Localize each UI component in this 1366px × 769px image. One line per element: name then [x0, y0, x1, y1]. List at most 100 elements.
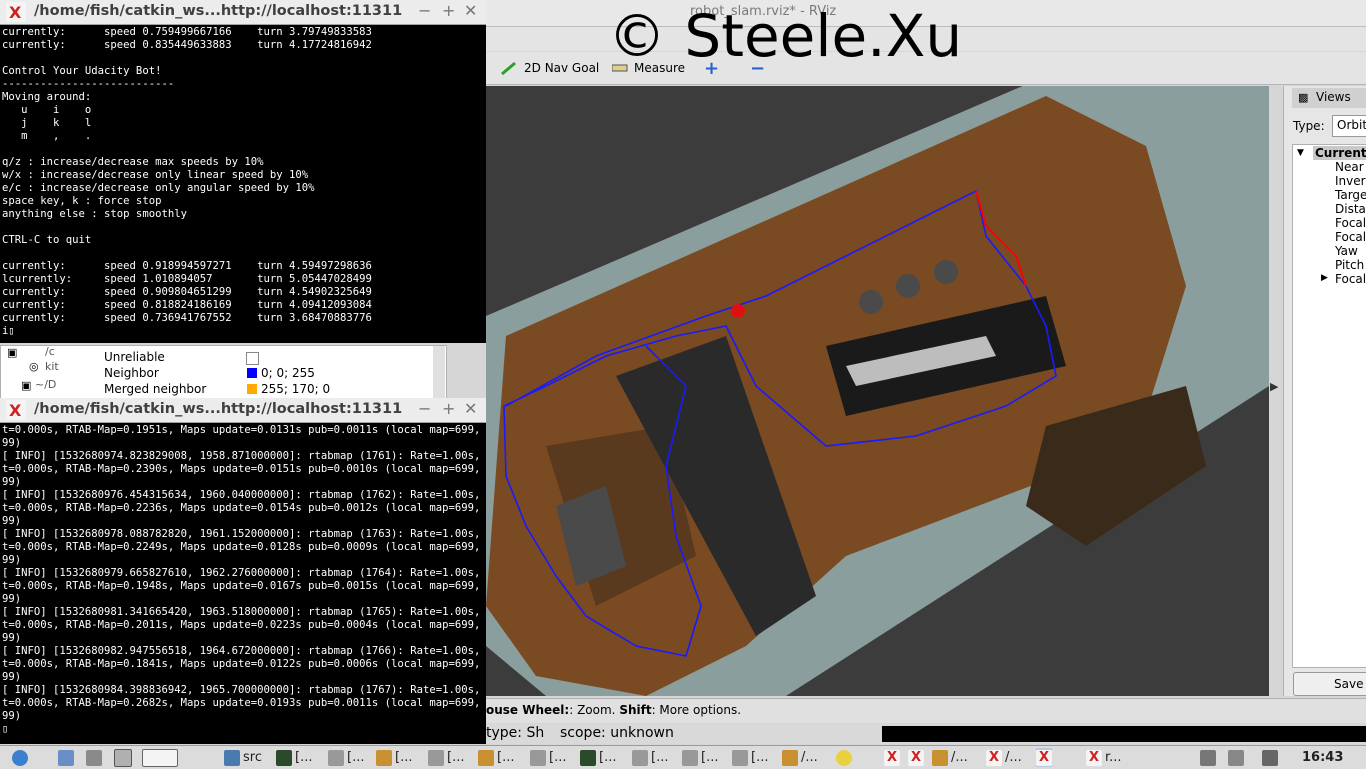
editor-icon — [732, 749, 748, 766]
editor-icon — [530, 749, 546, 766]
taskbar-item-1[interactable]: [... — [276, 748, 312, 767]
tree-item-kit[interactable]: kit — [45, 360, 59, 373]
taskbar-item-label: /... — [951, 750, 968, 765]
slam-map-render — [486, 86, 1269, 696]
taskbar-item-7[interactable]: [... — [580, 748, 616, 767]
taskbar-item-12[interactable]: /... — [932, 748, 968, 767]
stool-1 — [859, 290, 883, 314]
save-view-button[interactable]: Save — [1293, 672, 1366, 696]
tree-item-c[interactable]: /c — [45, 345, 55, 358]
merged-neighbor-color-swatch[interactable] — [247, 384, 257, 394]
taskbar-item-5[interactable]: [... — [478, 748, 514, 767]
tree-item-home[interactable]: ~/D — [35, 378, 56, 391]
taskbar-item-label: /... — [1005, 750, 1022, 765]
terminal-rtabmap-titlebar[interactable]: X /home/fish/catkin_ws...http://localhos… — [0, 398, 486, 423]
view-prop-yaw[interactable]: Yaw — [1335, 244, 1358, 258]
neighbor-color-swatch[interactable] — [247, 368, 257, 378]
unreliable-checkbox[interactable] — [246, 352, 259, 365]
taskbar-item-label: [... — [701, 750, 719, 765]
expand-triangle-icon[interactable]: ▶ — [1321, 273, 1328, 283]
power-tray[interactable] — [1262, 748, 1278, 767]
view-prop-focal-shape-fixed[interactable]: Focal — [1335, 230, 1366, 244]
image-viewer-icon — [932, 749, 948, 766]
maximize-icon[interactable]: + — [442, 399, 455, 418]
svg-text:X: X — [9, 3, 22, 22]
minimize-icon[interactable]: − — [418, 1, 431, 20]
view-prop-target[interactable]: Targe — [1335, 188, 1366, 202]
taskbar-item-11[interactable]: /... — [782, 748, 818, 767]
network-tray[interactable] — [1228, 748, 1244, 767]
image-viewer-icon — [376, 749, 392, 766]
views-header-label: Views — [1316, 90, 1351, 104]
prop-value-neighbor[interactable]: 0; 0; 255 — [261, 366, 315, 380]
taskbar-item-13[interactable]: X/... — [986, 748, 1022, 767]
view-prop-invert[interactable]: Inver — [1335, 174, 1366, 188]
taskbar-item-label: [... — [549, 750, 567, 765]
displays-scrollbar[interactable] — [433, 346, 445, 398]
taskbar-item-10[interactable]: [... — [732, 748, 768, 767]
ros-icon: X — [908, 749, 924, 766]
terminal-teleop-title: /home/fish/catkin_ws...http://localhost:… — [34, 3, 403, 19]
ros-icon: X — [1036, 749, 1052, 766]
nav-goal-tool[interactable]: 2D Nav Goal — [500, 59, 599, 77]
view-prop-focal-shape-size[interactable]: Focal — [1335, 216, 1366, 230]
close-icon[interactable]: ✕ — [464, 399, 477, 418]
minimize-icon[interactable]: − — [418, 399, 431, 418]
taskbar-rviz-2[interactable]: X — [908, 748, 924, 767]
collapse-triangle-icon[interactable]: ▼ — [1297, 148, 1304, 158]
desktop-icon — [58, 749, 74, 766]
desktop-pager[interactable] — [142, 748, 178, 767]
views-property-tree[interactable]: ▼ Current Near Inver Targe Dista Focal F… — [1292, 144, 1366, 668]
properties-table: Unreliable Neighbor 0; 0; 255 Merged nei… — [61, 346, 423, 398]
taskbar-item-src[interactable]: src — [224, 748, 262, 767]
stool-3 — [934, 260, 958, 284]
taskbar-item-src-label: src — [243, 750, 262, 765]
view-prop-focal-point[interactable]: Focal — [1335, 272, 1366, 286]
taskbar-item-14[interactable]: Xr... — [1086, 748, 1122, 767]
close-icon[interactable]: ✕ — [464, 1, 477, 20]
terminal-rtabmap-body[interactable]: t=0.000s, RTAB-Map=0.1951s, Maps update=… — [0, 423, 486, 744]
taskbar-item-active[interactable]: X — [1036, 748, 1052, 767]
terminal-rtabmap-output: t=0.000s, RTAB-Map=0.1951s, Maps update=… — [2, 424, 481, 735]
editor-icon — [632, 749, 648, 766]
prop-scope-text: scope: unknown — [560, 725, 674, 741]
ros-icon: X — [884, 749, 900, 766]
taskbar-item-4[interactable]: [... — [428, 748, 464, 767]
taskbar-item-9[interactable]: [... — [682, 748, 718, 767]
maximize-icon[interactable]: + — [442, 1, 455, 20]
view-prop-near[interactable]: Near — [1335, 160, 1364, 174]
view-type-select[interactable]: Orbit — [1332, 115, 1366, 137]
taskbar-item-label: [... — [599, 750, 617, 765]
taskbar-item-3[interactable]: [... — [376, 748, 412, 767]
show-desktop-button[interactable] — [58, 748, 74, 767]
taskbar-item-label: [... — [395, 750, 413, 765]
editor-icon — [428, 749, 444, 766]
speaker-icon — [1200, 749, 1216, 766]
file-manager-launcher[interactable] — [86, 748, 102, 767]
terminal-teleop-body[interactable]: currently: speed 0.759499667166 turn 3.7… — [0, 25, 486, 343]
taskbar-smiley[interactable] — [836, 748, 852, 767]
window-launcher[interactable] — [114, 748, 132, 767]
folder-icon-2: ▣ — [21, 379, 32, 392]
taskbar-item-label: [... — [651, 750, 669, 765]
view-type-label: Type: — [1293, 119, 1325, 133]
view-prop-pitch[interactable]: Pitch — [1335, 258, 1364, 272]
volume-tray[interactable] — [1200, 748, 1216, 767]
status-hint: ouse Wheel:: Zoom. Shift: More options. — [486, 703, 742, 717]
view-prop-distance[interactable]: Dista — [1335, 202, 1366, 216]
start-menu-button[interactable] — [12, 748, 28, 767]
taskbar-item-label: r... — [1105, 750, 1122, 765]
terminal-teleop-titlebar[interactable]: X /home/fish/catkin_ws...http://localhos… — [0, 0, 486, 25]
taskbar-rviz-1[interactable]: X — [884, 748, 900, 767]
taskbar-item-label: [... — [447, 750, 465, 765]
current-view-group[interactable]: Current — [1313, 146, 1366, 160]
watermark-text: © Steele.Xu — [608, 2, 963, 70]
3d-viewport[interactable] — [486, 86, 1269, 696]
clock[interactable]: 16:43 — [1302, 748, 1343, 767]
image-viewer-icon — [782, 749, 798, 766]
taskbar-item-8[interactable]: [... — [632, 748, 668, 767]
taskbar-item-6[interactable]: [... — [530, 748, 566, 767]
prop-value-merged-neighbor[interactable]: 255; 170; 0 — [261, 382, 330, 396]
expand-right-icon[interactable]: ▶ — [1270, 380, 1278, 393]
taskbar-item-2[interactable]: [... — [328, 748, 364, 767]
